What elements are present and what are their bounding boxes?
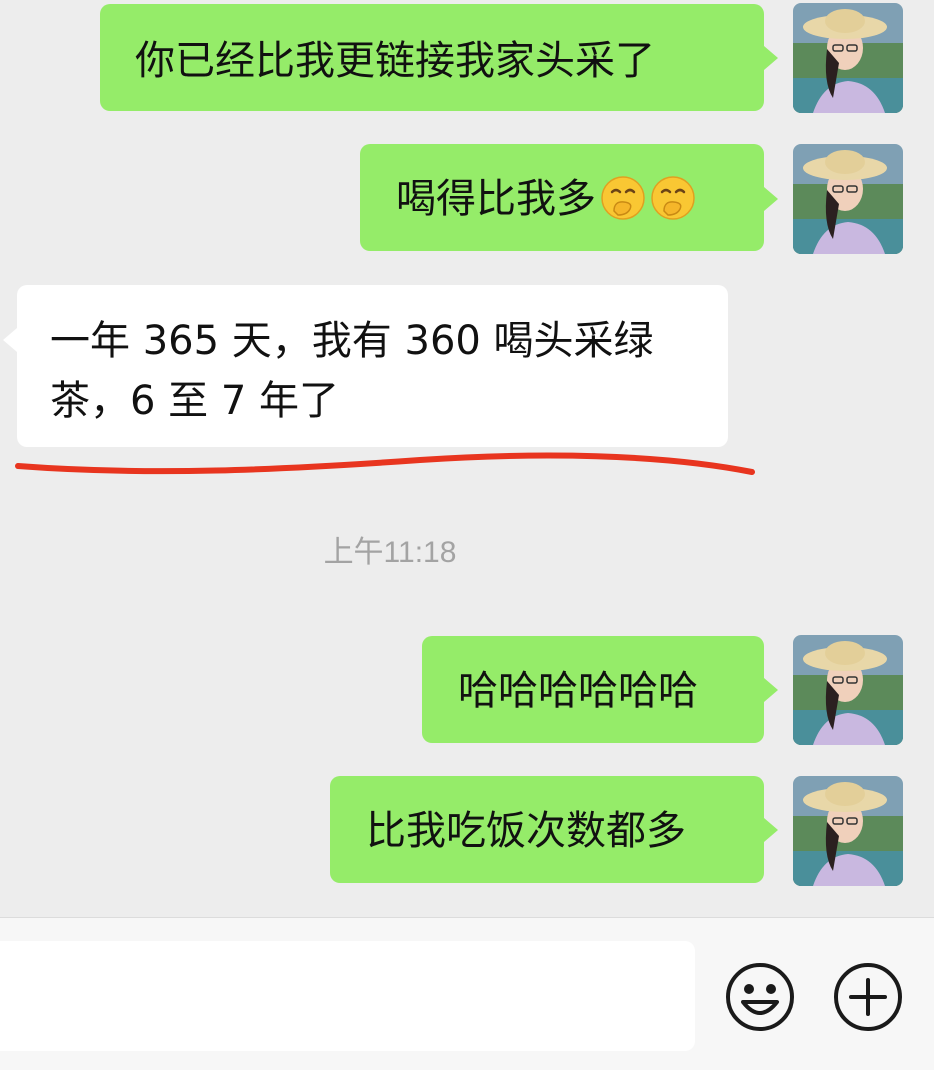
avatar[interactable] [793, 3, 903, 113]
message-text: 比我吃饭次数都多 [366, 808, 686, 854]
message-input[interactable] [0, 941, 695, 1051]
message-text: 你已经比我更链接我家头采了 [135, 38, 655, 84]
message-timestamp: 上午11:18 [323, 536, 457, 569]
message-bubble-outgoing[interactable]: 你已经比我更链接我家头采了 [100, 4, 764, 111]
smiley-face-icon[interactable] [725, 962, 795, 1032]
avatar[interactable] [793, 635, 903, 745]
message-text: 一年 365 天，我有 360 喝头采绿茶，6 至 7 年了 [50, 318, 654, 424]
message-text: 哈哈哈哈哈哈 [458, 668, 698, 714]
red-underline-annotation [15, 452, 755, 475]
message-bubble-outgoing[interactable]: 比我吃饭次数都多 [330, 776, 764, 883]
avatar[interactable] [793, 776, 903, 886]
hand-over-mouth-emoji-icon [601, 176, 645, 220]
plus-circle-icon[interactable] [833, 962, 903, 1032]
message-bubble-outgoing[interactable]: 哈哈哈哈哈哈 [422, 636, 764, 743]
message-text: 喝得比我多 [396, 176, 596, 222]
bubble-tail [764, 678, 778, 702]
input-bar [0, 917, 934, 1070]
bubble-tail [3, 328, 17, 352]
hand-over-mouth-emoji-icon [651, 176, 695, 220]
message-bubble-incoming[interactable]: 一年 365 天，我有 360 喝头采绿茶，6 至 7 年了 [17, 285, 728, 447]
message-bubble-outgoing[interactable]: 喝得比我多 [360, 144, 764, 251]
bubble-tail [764, 818, 778, 842]
bubble-tail [764, 46, 778, 70]
avatar[interactable] [793, 144, 903, 254]
bubble-tail [764, 187, 778, 211]
